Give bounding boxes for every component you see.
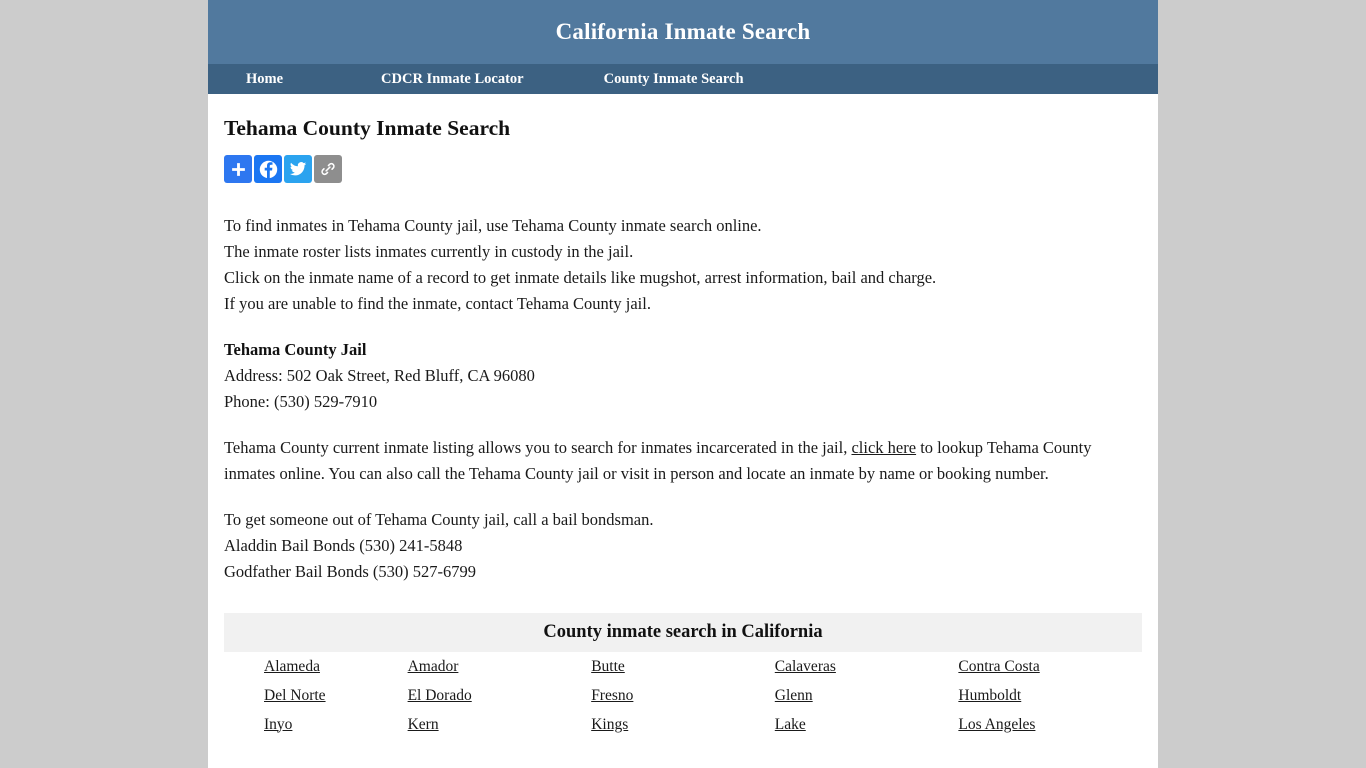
nav-item-cdcr-inmate-locator[interactable]: CDCR Inmate Locator — [381, 71, 524, 88]
jail-address: Address: 502 Oak Street, Red Bluff, CA 9… — [224, 366, 535, 385]
table-row: Inyo Kern Kings Lake Los Angeles — [224, 710, 1142, 739]
click-here-link[interactable]: click here — [851, 438, 916, 457]
table-cell: Glenn — [775, 681, 959, 710]
county-link-lake[interactable]: Lake — [775, 716, 806, 733]
table-cell: Amador — [408, 652, 592, 681]
page-title: Tehama County Inmate Search — [224, 116, 511, 140]
county-inmate-search-table: County inmate search in California Alame… — [224, 613, 1142, 739]
intro-line: To find inmates in Tehama County jail, u… — [224, 216, 762, 235]
county-link-kern[interactable]: Kern — [408, 716, 439, 733]
county-link-alameda[interactable]: Alameda — [264, 658, 320, 675]
table-cell: Calaveras — [775, 652, 959, 681]
table-cell: Lake — [775, 710, 959, 739]
county-link-kings[interactable]: Kings — [591, 716, 628, 733]
county-link-del-norte[interactable]: Del Norte — [264, 687, 326, 704]
main-navigation: Home CDCR Inmate Locator County Inmate S… — [208, 64, 1158, 94]
table-cell: Alameda — [224, 652, 408, 681]
county-link-humboldt[interactable]: Humboldt — [958, 687, 1021, 704]
table-cell: Kern — [408, 710, 592, 739]
listing-text-before-link: Tehama County current inmate listing all… — [224, 438, 852, 457]
intro-text-block: To find inmates in Tehama County jail, u… — [224, 213, 1142, 317]
table-row: Del Norte El Dorado Fresno Glenn Humbold… — [224, 681, 1142, 710]
intro-line: Click on the inmate name of a record to … — [224, 268, 937, 287]
bail-bondsman: Aladdin Bail Bonds (530) 241-5848 — [224, 536, 463, 555]
plus-icon — [230, 161, 247, 178]
chain-link-icon — [319, 160, 337, 178]
table-cell: Contra Costa — [958, 652, 1142, 681]
facebook-icon — [259, 160, 278, 179]
main-content: Tehama County Inmate Search To find inma… — [208, 94, 1158, 739]
county-link-calaveras[interactable]: Calaveras — [775, 658, 836, 675]
county-link-inyo[interactable]: Inyo — [264, 716, 292, 733]
twitter-bird-icon — [289, 160, 307, 178]
table-cell: Kings — [591, 710, 775, 739]
listing-paragraph: Tehama County current inmate listing all… — [224, 435, 1142, 487]
listing-paragraph-block: Tehama County current inmate listing all… — [224, 435, 1142, 487]
bail-bondsman: Godfather Bail Bonds (530) 527-6799 — [224, 562, 477, 581]
addthis-share-button[interactable] — [224, 155, 252, 183]
county-table-caption: County inmate search in California — [224, 613, 1142, 652]
jail-info-block: Tehama County Jail Address: 502 Oak Stre… — [224, 337, 1142, 415]
bail-bondsman-block: To get someone out of Tehama County jail… — [224, 507, 1142, 585]
table-cell: Los Angeles — [958, 710, 1142, 739]
site-header: California Inmate Search — [208, 0, 1158, 64]
twitter-share-button[interactable] — [284, 155, 312, 183]
bail-intro: To get someone out of Tehama County jail… — [224, 510, 654, 529]
nav-item-county-inmate-search[interactable]: County Inmate Search — [604, 71, 744, 88]
table-cell: El Dorado — [408, 681, 592, 710]
copy-link-button[interactable] — [314, 155, 342, 183]
site-title: California Inmate Search — [555, 19, 811, 44]
table-cell: Fresno — [591, 681, 775, 710]
county-table-body: Alameda Amador Butte Calaveras Contra Co… — [224, 652, 1142, 739]
jail-phone: Phone: (530) 529-7910 — [224, 392, 378, 411]
table-cell: Del Norte — [224, 681, 408, 710]
table-cell: Inyo — [224, 710, 408, 739]
table-row: Alameda Amador Butte Calaveras Contra Co… — [224, 652, 1142, 681]
table-cell: Humboldt — [958, 681, 1142, 710]
county-link-amador[interactable]: Amador — [408, 658, 459, 675]
intro-line: If you are unable to find the inmate, co… — [224, 294, 651, 313]
intro-line: The inmate roster lists inmates currentl… — [224, 242, 634, 261]
jail-name: Tehama County Jail — [224, 340, 367, 359]
county-link-los-angeles[interactable]: Los Angeles — [958, 716, 1035, 733]
facebook-share-button[interactable] — [254, 155, 282, 183]
table-cell: Butte — [591, 652, 775, 681]
nav-item-home[interactable]: Home — [246, 71, 283, 88]
page-container: California Inmate Search Home CDCR Inmat… — [208, 0, 1158, 768]
county-link-fresno[interactable]: Fresno — [591, 687, 633, 704]
county-link-el-dorado[interactable]: El Dorado — [408, 687, 472, 704]
share-buttons-row — [224, 155, 1142, 183]
county-link-butte[interactable]: Butte — [591, 658, 625, 675]
county-link-contra-costa[interactable]: Contra Costa — [958, 658, 1039, 675]
county-link-glenn[interactable]: Glenn — [775, 687, 813, 704]
